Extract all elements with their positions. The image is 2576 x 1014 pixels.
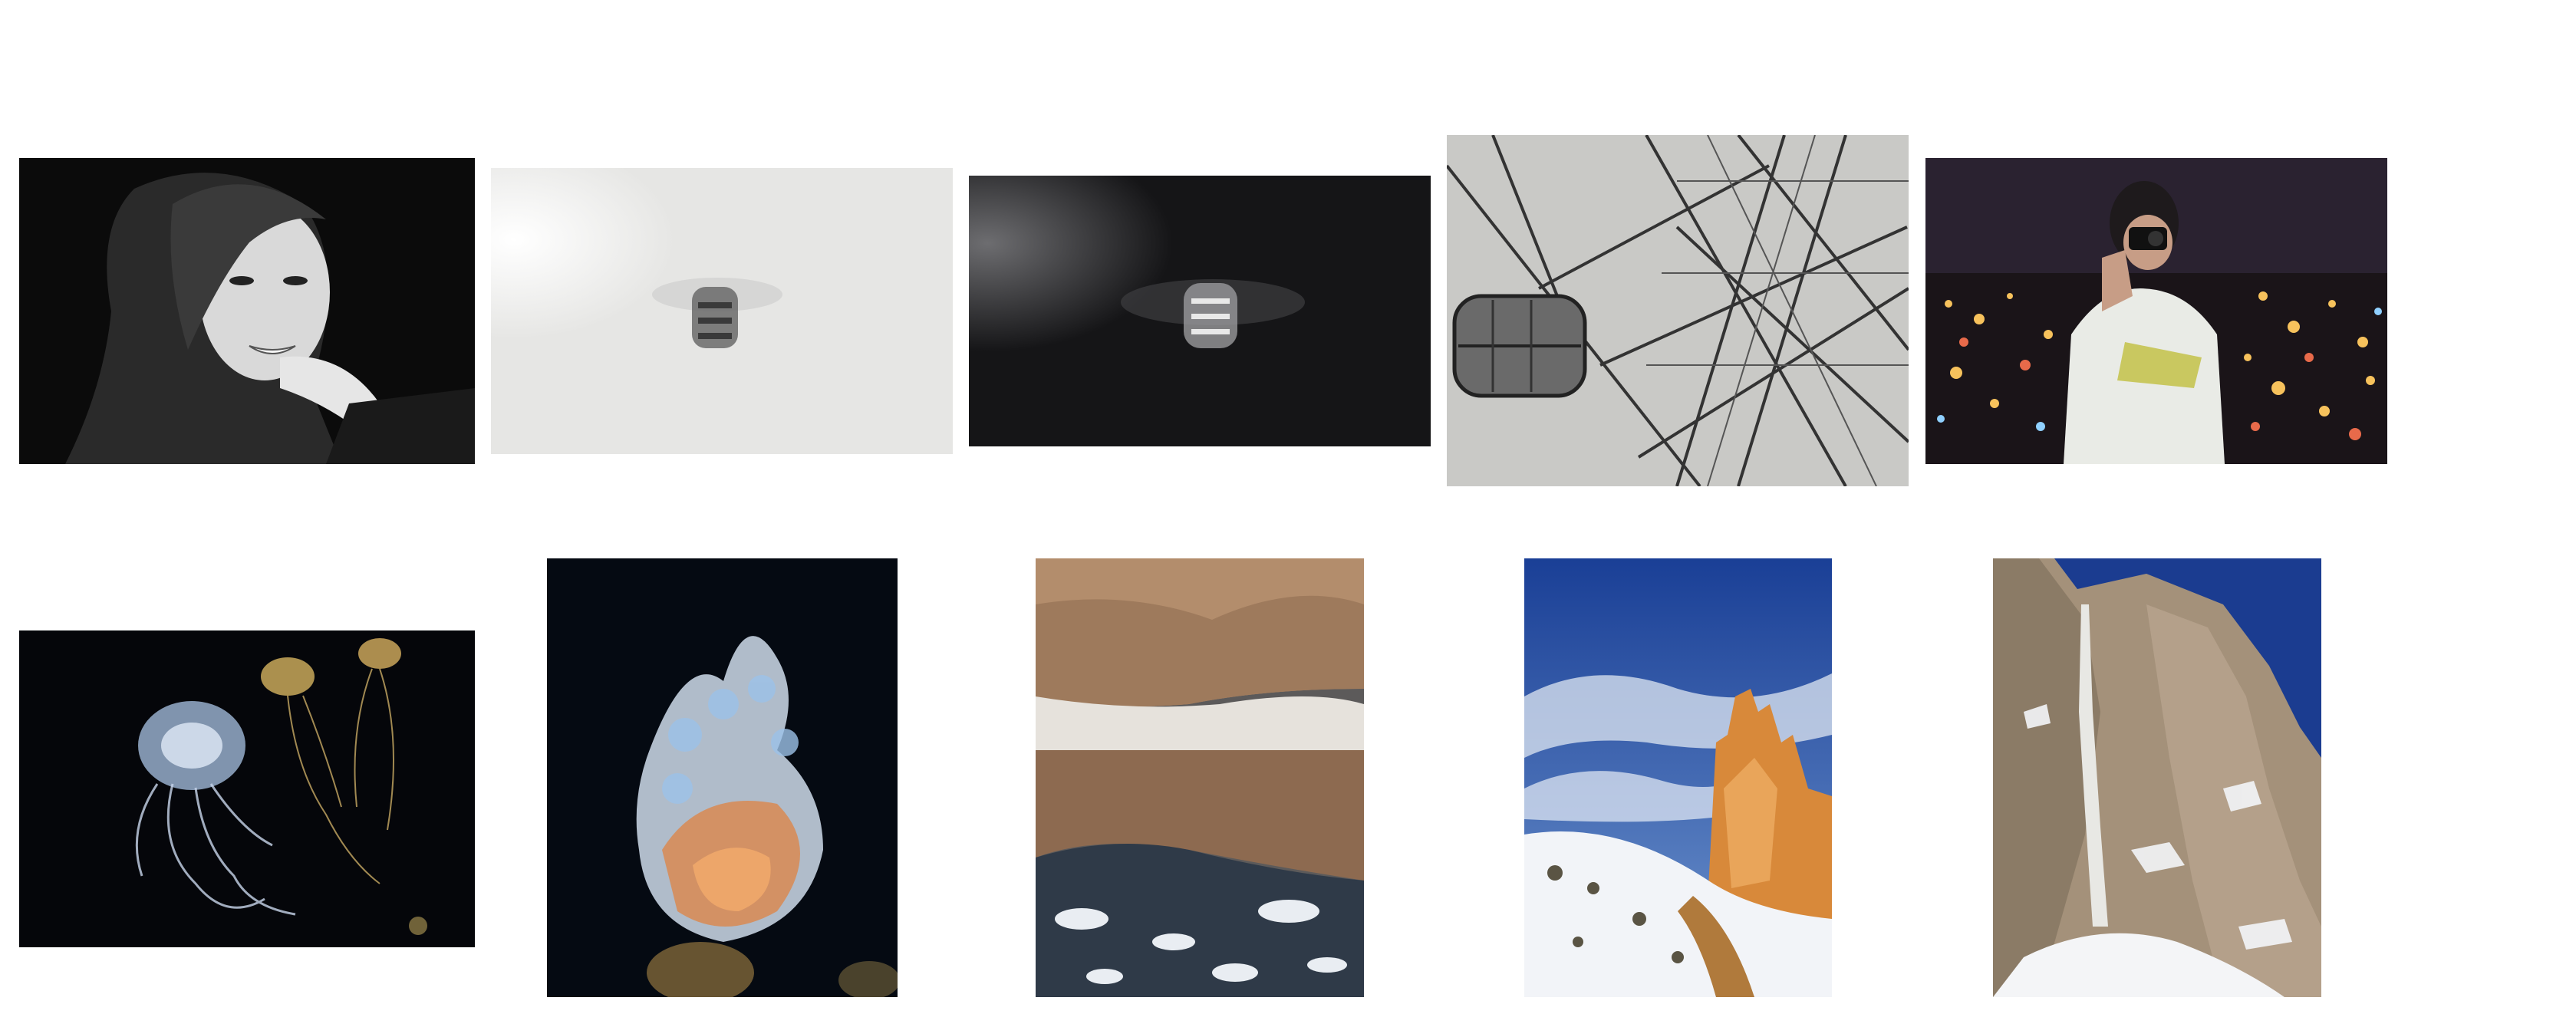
photo-mountain-reflection[interactable]	[1036, 558, 1364, 997]
photo-jellyfish-blur-dark[interactable]	[969, 176, 1431, 446]
photo-waterfall-cliff[interactable]	[1993, 558, 2321, 997]
photo-portrait[interactable]	[19, 158, 475, 464]
photo-photographer[interactable]	[1925, 158, 2387, 464]
jellyfish-photo-icon	[19, 630, 475, 947]
landscape-photo-icon	[1993, 558, 2321, 997]
photo-jellyfish-blur-light[interactable]	[491, 168, 953, 454]
jellyfish-photo-icon	[547, 558, 898, 997]
landscape-photo-icon	[1036, 558, 1364, 997]
photo-ferris-wheel[interactable]	[1447, 135, 1909, 486]
photographer-photo-icon	[1925, 158, 2387, 464]
landscape-photo-icon	[1524, 558, 1832, 997]
photo-jellyfish-close-up[interactable]	[547, 558, 898, 997]
jellyfish-photo-icon	[969, 176, 1431, 446]
photo-jellyfish-group[interactable]	[19, 630, 475, 947]
photo-rock-spire-snow[interactable]	[1524, 558, 1832, 997]
ferris-wheel-photo-icon	[1447, 135, 1909, 486]
portrait-photo-icon	[19, 158, 475, 464]
jellyfish-photo-icon	[491, 168, 953, 454]
